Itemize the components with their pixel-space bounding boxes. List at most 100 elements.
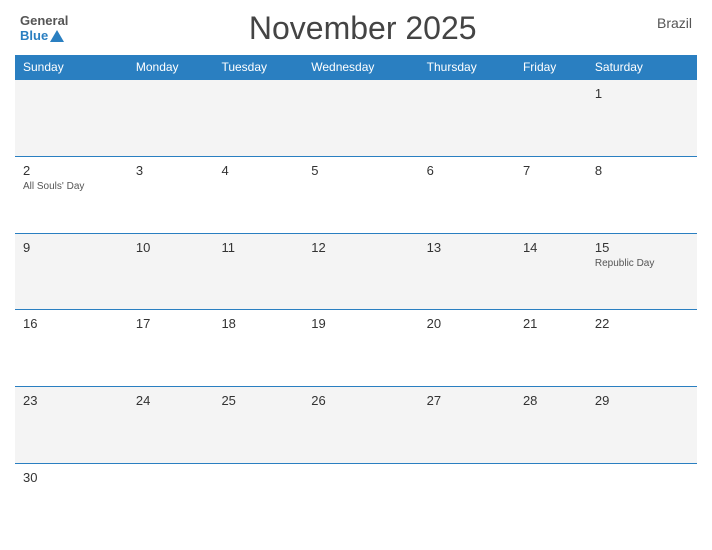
day-cell: 18 bbox=[213, 310, 303, 387]
day-cell bbox=[587, 463, 697, 540]
day-number: 18 bbox=[221, 316, 295, 331]
day-number: 16 bbox=[23, 316, 120, 331]
day-cell: 5 bbox=[303, 156, 418, 233]
day-cell bbox=[128, 463, 214, 540]
calendar-title: November 2025 bbox=[249, 10, 477, 47]
day-cell bbox=[15, 80, 128, 157]
day-cell: 17 bbox=[128, 310, 214, 387]
day-cell: 23 bbox=[15, 387, 128, 464]
day-number: 6 bbox=[427, 163, 507, 178]
calendar-header: General Blue November 2025 Brazil bbox=[15, 10, 697, 47]
day-number: 24 bbox=[136, 393, 206, 408]
day-cell: 11 bbox=[213, 233, 303, 310]
week-row-5: 30 bbox=[15, 463, 697, 540]
week-row-1: 2 All Souls' Day 34 5 6 7 8 bbox=[15, 156, 697, 233]
day-number: 8 bbox=[595, 163, 689, 178]
day-number: 10 bbox=[136, 240, 206, 255]
logo-blue-text: Blue bbox=[20, 29, 48, 43]
day-number: 14 bbox=[523, 240, 579, 255]
day-cell bbox=[303, 80, 418, 157]
days-header-row: Sunday Monday Tuesday Wednesday Thursday… bbox=[15, 55, 697, 80]
day-cell: 4 bbox=[213, 156, 303, 233]
day-cell bbox=[213, 463, 303, 540]
holiday-label: All Souls' Day bbox=[23, 180, 120, 193]
day-cell: 16 bbox=[15, 310, 128, 387]
day-cell: 27 bbox=[419, 387, 515, 464]
header-saturday: Saturday bbox=[587, 55, 697, 80]
country-label: Brazil bbox=[657, 10, 692, 31]
week-row-3: 16 17 18 19 20 21 22 bbox=[15, 310, 697, 387]
week-row-0: 1 bbox=[15, 80, 697, 157]
day-cell: 24 bbox=[128, 387, 214, 464]
day-number: 15 bbox=[595, 240, 689, 255]
day-cell: 12 bbox=[303, 233, 418, 310]
day-cell: 15 Republic Day bbox=[587, 233, 697, 310]
day-cell bbox=[419, 80, 515, 157]
day-number: 13 bbox=[427, 240, 507, 255]
header-monday: Monday bbox=[128, 55, 214, 80]
day-cell: 2 All Souls' Day bbox=[15, 156, 128, 233]
day-cell bbox=[303, 463, 418, 540]
day-number: 9 bbox=[23, 240, 120, 255]
header-thursday: Thursday bbox=[419, 55, 515, 80]
calendar-table: Sunday Monday Tuesday Wednesday Thursday… bbox=[15, 55, 697, 540]
day-number: 27 bbox=[427, 393, 507, 408]
day-cell: 25 bbox=[213, 387, 303, 464]
day-number: 2 bbox=[23, 163, 120, 178]
day-number: 30 bbox=[23, 470, 120, 485]
day-cell bbox=[515, 80, 587, 157]
day-cell: 26 bbox=[303, 387, 418, 464]
header-friday: Friday bbox=[515, 55, 587, 80]
day-cell: 19 bbox=[303, 310, 418, 387]
day-cell: 30 bbox=[15, 463, 128, 540]
day-number: 17 bbox=[136, 316, 206, 331]
day-number: 25 bbox=[221, 393, 295, 408]
day-number: 4 bbox=[221, 163, 295, 178]
header-tuesday: Tuesday bbox=[213, 55, 303, 80]
header-wednesday: Wednesday bbox=[303, 55, 418, 80]
day-number: 26 bbox=[311, 393, 410, 408]
day-number: 7 bbox=[523, 163, 579, 178]
calendar-header-row: Sunday Monday Tuesday Wednesday Thursday… bbox=[15, 55, 697, 80]
day-number: 12 bbox=[311, 240, 410, 255]
holiday-label: Republic Day bbox=[595, 257, 689, 270]
day-cell: 21 bbox=[515, 310, 587, 387]
header-sunday: Sunday bbox=[15, 55, 128, 80]
day-cell: 29 bbox=[587, 387, 697, 464]
day-cell: 22 bbox=[587, 310, 697, 387]
day-cell: 14 bbox=[515, 233, 587, 310]
day-number: 5 bbox=[311, 163, 410, 178]
day-cell: 8 bbox=[587, 156, 697, 233]
logo: General Blue bbox=[20, 14, 68, 43]
calendar-wrapper: General Blue November 2025 Brazil Sunday… bbox=[0, 0, 712, 550]
day-number: 23 bbox=[23, 393, 120, 408]
calendar-body: 12All Souls' Day3456789101112131415Repub… bbox=[15, 80, 697, 541]
day-number: 1 bbox=[595, 86, 689, 101]
day-cell: 1 bbox=[587, 80, 697, 157]
day-cell bbox=[515, 463, 587, 540]
day-number: 22 bbox=[595, 316, 689, 331]
day-number: 3 bbox=[136, 163, 206, 178]
day-number: 19 bbox=[311, 316, 410, 331]
week-row-2: 9 10 11 12 13 14 15 Republic Day bbox=[15, 233, 697, 310]
logo-triangle-icon bbox=[50, 30, 64, 42]
day-cell: 9 bbox=[15, 233, 128, 310]
day-cell: 10 bbox=[128, 233, 214, 310]
day-cell: 3 bbox=[128, 156, 214, 233]
day-number: 21 bbox=[523, 316, 579, 331]
day-cell bbox=[419, 463, 515, 540]
day-number: 20 bbox=[427, 316, 507, 331]
day-cell bbox=[128, 80, 214, 157]
logo-general: General bbox=[20, 14, 68, 28]
day-cell: 6 bbox=[419, 156, 515, 233]
day-number: 11 bbox=[221, 240, 295, 255]
day-number: 29 bbox=[595, 393, 689, 408]
day-cell: 28 bbox=[515, 387, 587, 464]
day-cell: 13 bbox=[419, 233, 515, 310]
day-cell: 7 bbox=[515, 156, 587, 233]
week-row-4: 23 24 25 26 27 28 29 bbox=[15, 387, 697, 464]
day-number: 28 bbox=[523, 393, 579, 408]
day-cell: 20 bbox=[419, 310, 515, 387]
logo-blue: Blue bbox=[20, 29, 68, 43]
day-cell bbox=[213, 80, 303, 157]
